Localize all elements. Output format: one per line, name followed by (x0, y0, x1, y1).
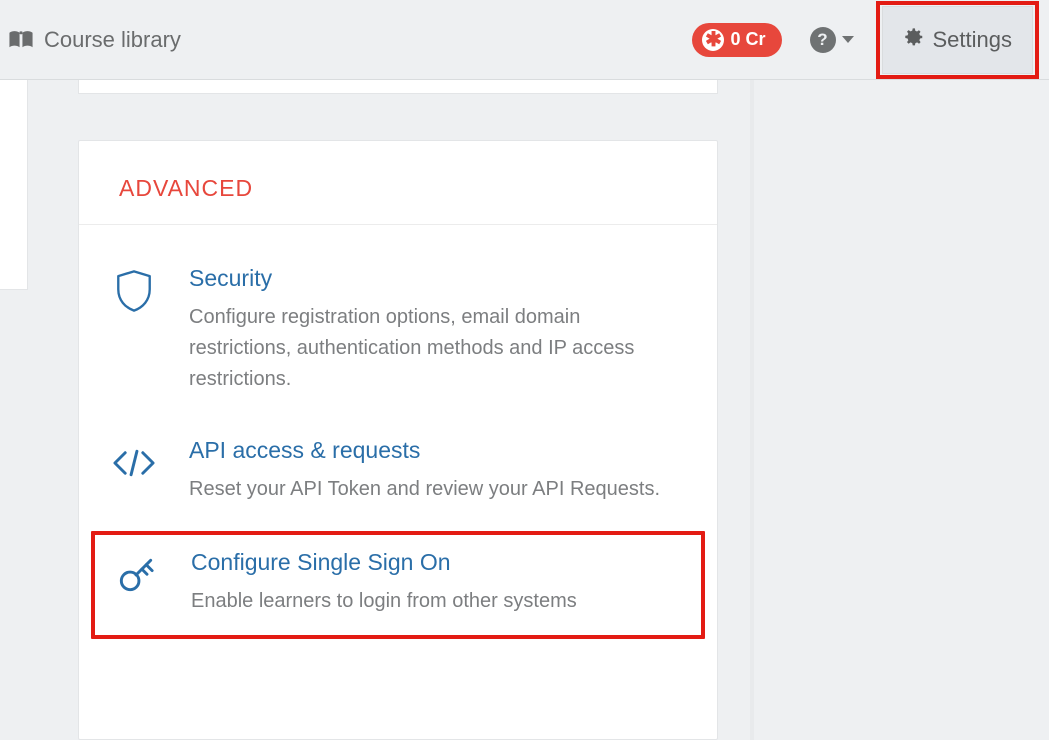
settings-list: Security Configure registration options,… (79, 225, 717, 639)
settings-item-desc: Configure registration options, email do… (189, 302, 681, 395)
key-icon (105, 549, 167, 617)
settings-item-security[interactable]: Security Configure registration options,… (97, 245, 699, 417)
settings-item-title: API access & requests (189, 437, 681, 464)
card-sliver-top (78, 80, 718, 94)
settings-item-desc: Reset your API Token and review your API… (189, 474, 681, 505)
gear-icon (903, 26, 925, 54)
asterisk-icon: ✱ (702, 29, 724, 51)
code-icon (103, 437, 165, 505)
caret-down-icon (842, 36, 854, 43)
settings-item-title: Configure Single Sign On (191, 549, 679, 576)
advanced-panel: ADVANCED Security Configure registration… (78, 140, 718, 740)
settings-item-title: Security (189, 265, 681, 292)
settings-button[interactable]: Settings (882, 6, 1034, 74)
help-dropdown[interactable]: ? (810, 27, 854, 53)
settings-item-api[interactable]: API access & requests Reset your API Tok… (97, 417, 699, 527)
credits-label: 0 Cr (730, 29, 765, 50)
settings-highlight: Settings (876, 1, 1040, 79)
course-library-link[interactable]: Course library (6, 27, 181, 53)
credits-badge[interactable]: ✱ 0 Cr (692, 23, 781, 57)
top-bar: Course library ✱ 0 Cr ? Settings (0, 0, 1049, 80)
question-icon: ? (810, 27, 836, 53)
sidebar-sliver (0, 80, 28, 290)
content-stage: ADVANCED Security Configure registration… (0, 80, 1049, 740)
book-icon (8, 29, 34, 51)
panel-heading: ADVANCED (119, 175, 677, 202)
course-library-label: Course library (44, 27, 181, 53)
settings-item-desc: Enable learners to login from other syst… (191, 586, 679, 617)
shield-icon (103, 265, 165, 395)
divider-right (750, 80, 754, 740)
panel-header: ADVANCED (79, 141, 717, 225)
settings-item-sso[interactable]: Configure Single Sign On Enable learners… (91, 531, 705, 639)
settings-label: Settings (933, 27, 1013, 53)
